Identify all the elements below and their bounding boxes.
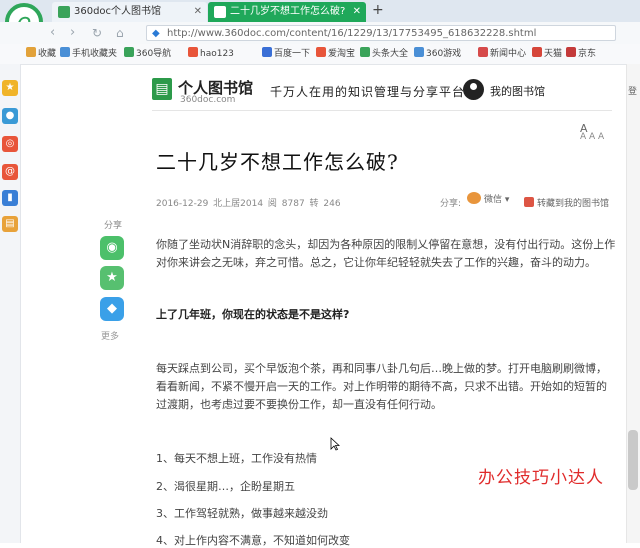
- save-icon: [524, 197, 534, 207]
- weibo-icon[interactable]: ◎: [2, 136, 18, 152]
- login-link[interactable]: 登: [628, 84, 637, 97]
- bookmark-label: 收藏: [38, 49, 57, 59]
- bookmark-icon: [360, 47, 370, 57]
- bookmark-label: 头条大全: [372, 49, 409, 59]
- my-library-link[interactable]: 我的图书馆: [490, 83, 545, 99]
- refresh-icon[interactable]: ↻: [92, 22, 102, 44]
- url-text: http://www.360doc.com/content/16/1229/13…: [167, 28, 537, 39]
- tab-label: 360doc个人图书馆: [74, 6, 162, 17]
- bookmark-icon: [124, 47, 134, 57]
- document-icon[interactable]: ▮: [2, 190, 18, 206]
- bookmark-icon: [262, 47, 272, 57]
- address-bar[interactable]: ◆ http://www.360doc.com/content/16/1229/…: [146, 25, 616, 41]
- article-title: 二十几岁不想工作怎么破?: [156, 150, 399, 174]
- tab-label: 二十几岁不想工作怎么破?: [230, 6, 346, 17]
- save-label: 转藏到我的图书馆: [537, 199, 610, 209]
- bookmark-item[interactable]: 天猫: [532, 47, 562, 61]
- user-avatar-icon[interactable]: [463, 79, 484, 100]
- tab-article[interactable]: 二十几岁不想工作怎么破? ✕: [208, 2, 366, 22]
- bird-icon[interactable]: ●: [2, 108, 18, 124]
- list-item: 1、每天不想上班，工作没有热情: [156, 452, 317, 465]
- bookmark-icon: [26, 47, 36, 57]
- home-icon[interactable]: ⌂: [116, 22, 124, 44]
- bookmark-label: 京东: [578, 49, 597, 59]
- wechat-share-label: 微信 ▾: [484, 195, 510, 205]
- list-item: 2、渴很星期…，企盼星期五: [156, 480, 295, 493]
- site-logo-icon[interactable]: ▤: [152, 78, 172, 100]
- mouse-cursor-icon: [330, 437, 340, 451]
- article-paragraph: 你随了坐动状N消辞职的念头，却因为各种原因的限制乂停留在意想，没有付出行动。这份…: [156, 238, 616, 269]
- scrollbar-thumb[interactable]: [628, 430, 638, 490]
- bookmark-label: 天猫: [544, 49, 563, 59]
- article-meta: 2016-12-29 北上居2014 阅 8787 转 246: [156, 199, 341, 209]
- bookmark-item[interactable]: 360导航: [124, 47, 171, 61]
- bookmark-item[interactable]: 收藏: [26, 47, 56, 61]
- bookmark-item[interactable]: 360游戏: [414, 47, 461, 61]
- bookmark-icon: [60, 47, 70, 57]
- bookmark-item[interactable]: 百度一下: [262, 47, 310, 61]
- tab-360doc[interactable]: 360doc个人图书馆 ✕: [52, 2, 207, 22]
- notes-icon[interactable]: ▤: [2, 216, 18, 232]
- close-tab-icon[interactable]: ✕: [194, 2, 202, 22]
- favorite-star-icon[interactable]: ★: [100, 266, 124, 290]
- bookmark-item[interactable]: 京东: [566, 47, 596, 61]
- bookmark-label: 360游戏: [426, 49, 462, 59]
- mail-icon[interactable]: @: [2, 164, 18, 180]
- bookmark-item[interactable]: 爱淘宝: [316, 47, 355, 61]
- bookmark-label: 百度一下: [274, 49, 311, 59]
- bookmark-icon: [532, 47, 542, 57]
- wechat-icon: [467, 192, 481, 204]
- article-subheading: 上了几年班，你现在的状态是不是这样?: [156, 308, 350, 321]
- bookmark-label: 新闻中心: [490, 49, 527, 59]
- bookmark-label: 爱淘宝: [328, 49, 356, 59]
- save-to-library-button[interactable]: 转藏到我的图书馆: [524, 196, 609, 209]
- bookmark-label: 手机收藏夹: [72, 49, 118, 59]
- bookmark-icon: [414, 47, 424, 57]
- back-icon[interactable]: ‹: [50, 22, 55, 44]
- new-tab-button[interactable]: +: [372, 2, 384, 18]
- wechat-share-icon[interactable]: ◉: [100, 236, 124, 260]
- bookmark-item[interactable]: 手机收藏夹: [60, 47, 117, 61]
- list-item: 4、对上作内容不满意，不知道如何改变: [156, 534, 350, 547]
- share-label: 分享:: [440, 199, 462, 209]
- bookmark-icon: [316, 47, 326, 57]
- bookmark-label: 360导航: [136, 49, 172, 59]
- page-icon: ◆: [152, 28, 160, 39]
- bookmark-label: hao123: [200, 49, 234, 59]
- wechat-share-button[interactable]: 微信 ▾: [467, 192, 509, 205]
- site-favicon-icon: [214, 6, 226, 18]
- qq-share-icon[interactable]: ◆: [100, 297, 124, 321]
- more-share-link[interactable]: 更多: [101, 329, 119, 342]
- font-size-control[interactable]: A A A: [580, 132, 604, 142]
- favorites-star-icon[interactable]: ★: [2, 80, 18, 96]
- header-divider: [152, 110, 612, 111]
- bookmark-item[interactable]: hao123: [188, 47, 234, 61]
- bookmark-icon: [566, 47, 576, 57]
- bookmark-item[interactable]: 头条大全: [360, 47, 408, 61]
- watermark-text: 办公技巧小达人: [478, 468, 604, 488]
- close-tab-icon[interactable]: ✕: [353, 2, 361, 22]
- site-domain: 360doc.com: [180, 95, 236, 105]
- bookmark-icon: [188, 47, 198, 57]
- bookmark-icon: [478, 47, 488, 57]
- site-slogan: 千万人在用的知识管理与分享平台: [270, 85, 466, 99]
- site-favicon-icon: [58, 6, 70, 18]
- float-share-label: 分享: [104, 221, 123, 231]
- article-paragraph: 每天踩点到公司，买个早饭泡个茶，再和同事八卦几句后…晚上做的梦。打开电脑刷刷微博…: [156, 362, 607, 411]
- forward-icon[interactable]: ›: [70, 22, 75, 44]
- bookmark-item[interactable]: 新闻中心: [478, 47, 526, 61]
- list-item: 3、工作驾轻就熟，做事越来越没劲: [156, 507, 328, 520]
